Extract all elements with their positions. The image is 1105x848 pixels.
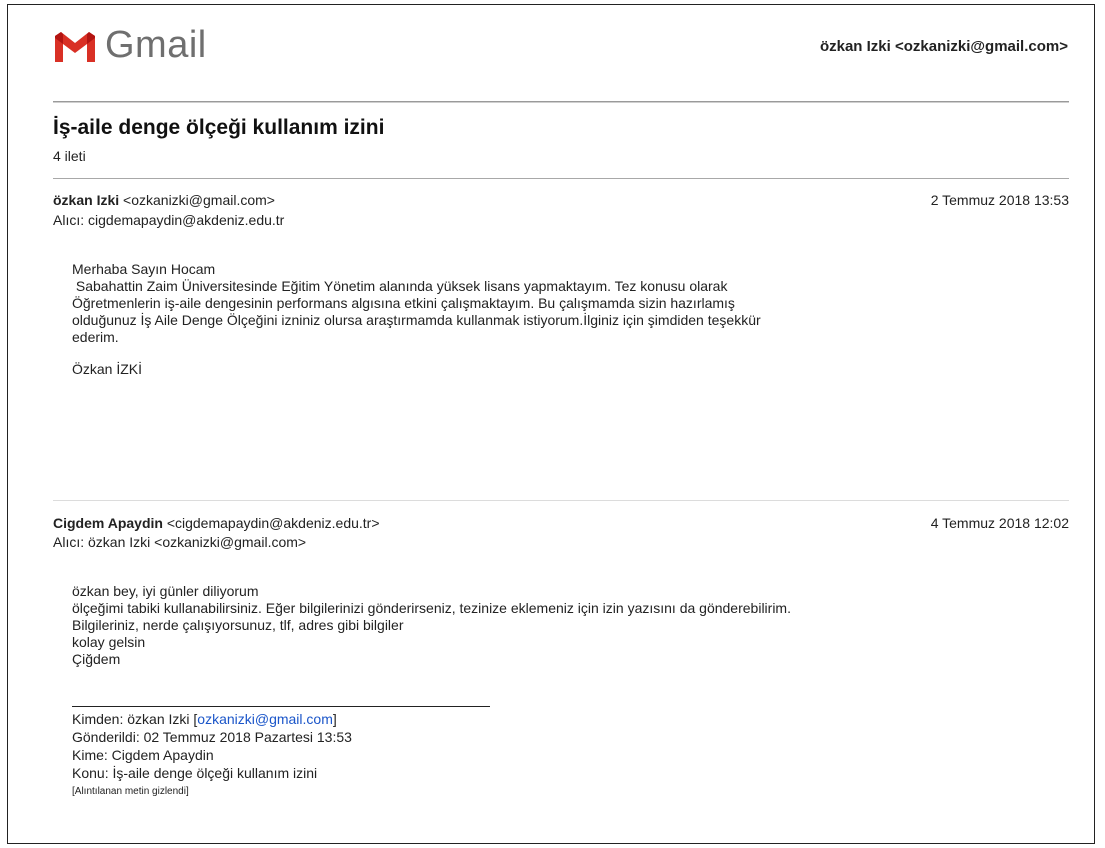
- body-line: ederim.: [72, 329, 119, 345]
- body-line: ölçeğimi tabiki kullanabilirsiniz. Eğer …: [72, 600, 791, 616]
- message-divider: [53, 178, 1069, 179]
- sender-name: özkan Izki: [53, 192, 120, 208]
- sender-email: <cigdemapaydin@akdeniz.edu.tr>: [166, 515, 380, 531]
- quoted-sent: Gönderildi: 02 Temmuz 2018 Pazartesi 13:…: [72, 729, 352, 745]
- body-signature: Çiğdem: [72, 651, 121, 667]
- message-date: 2 Temmuz 2018 13:53: [930, 192, 1069, 208]
- body-line: Öğretmenlerin iş-aile dengesinin perform…: [72, 295, 735, 311]
- body-line: Sabahattin Zaim Üniversitesinde Eğitim Y…: [72, 278, 728, 294]
- sender-name: Cigdem Apaydin: [53, 515, 163, 531]
- message-recipient: Alıcı: cigdemapaydin@akdeniz.edu.tr: [53, 212, 285, 228]
- message-date: 4 Temmuz 2018 12:02: [930, 515, 1069, 531]
- body-signature: Özkan İZKİ: [72, 361, 143, 377]
- message-divider: [53, 500, 1069, 501]
- thread-subject: İş-aile denge ölçeği kullanım izini: [53, 116, 385, 139]
- quote-separator: [72, 706, 490, 707]
- gmail-logo: Gmail: [53, 24, 221, 70]
- body-line: Merhaba Sayın Hocam: [72, 261, 216, 277]
- sender-email: <ozkanizki@gmail.com>: [123, 192, 275, 208]
- header-divider: [53, 101, 1069, 103]
- body-line: kolay gelsin: [72, 634, 146, 650]
- message-count: 4 ileti: [53, 148, 86, 164]
- quoted-subject: Konu: İş-aile denge ölçeği kullanım izin…: [72, 765, 318, 781]
- body-line: Bilgileriniz, nerde çalışıyorsunuz, tlf,…: [72, 617, 404, 633]
- body-line: olduğunuz İş Aile Denge Ölçeğini izniniz…: [72, 312, 761, 328]
- quoted-from-email-link[interactable]: ozkanizki@gmail.com: [197, 711, 333, 727]
- gmail-m-icon: [55, 32, 95, 62]
- quoted-to: Kime: Cigdem Apaydin: [72, 747, 214, 763]
- message-recipient: Alıcı: özkan Izki <ozkanizki@gmail.com>: [53, 534, 307, 550]
- account-label: özkan Izki <ozkanizki@gmail.com>: [819, 38, 1068, 55]
- message-sender: özkan Izki <ozkanizki@gmail.com>: [53, 192, 275, 208]
- quoted-from-suffix: ]: [332, 711, 337, 727]
- body-line: özkan bey, iyi günler diliyorum: [72, 583, 259, 599]
- message-sender: Cigdem Apaydin <cigdemapaydin@akdeniz.ed…: [53, 515, 380, 531]
- gmail-wordmark: Gmail: [105, 24, 207, 66]
- quoted-from-prefix: Kimden: özkan Izki [: [72, 711, 198, 727]
- hidden-quote-toggle[interactable]: [Alıntılanan metin gizlendi]: [72, 786, 189, 797]
- quoted-from: Kimden: özkan Izki [ozkanizki@gmail.com]: [72, 711, 337, 727]
